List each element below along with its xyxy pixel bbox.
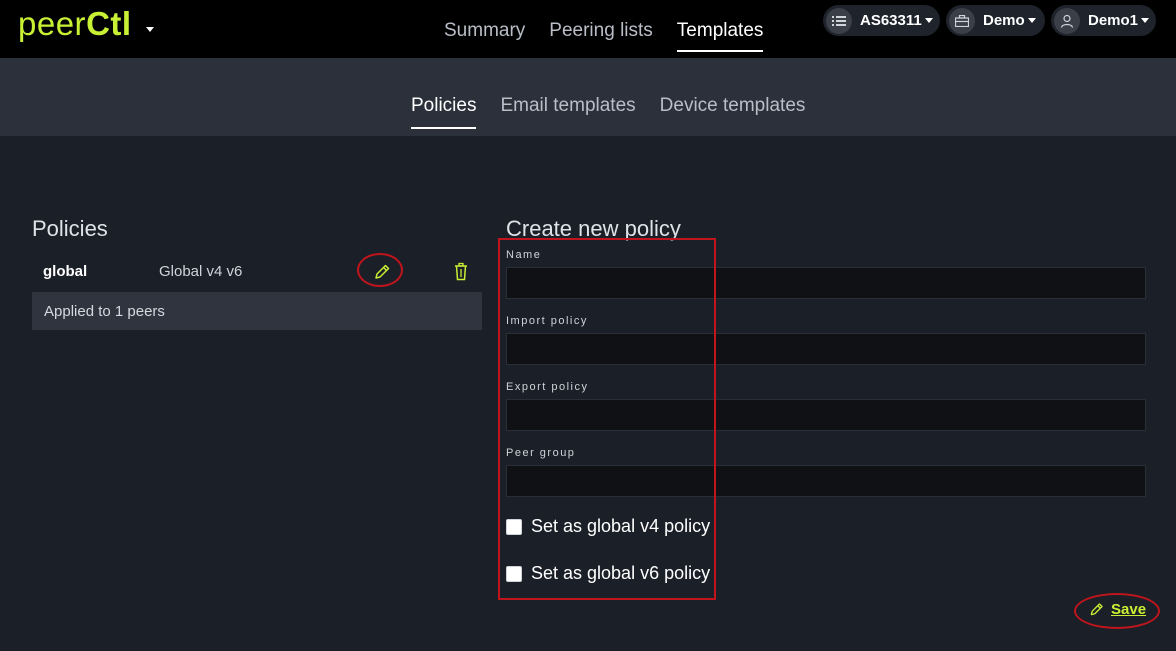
user-dropdown[interactable]: Demo1 <box>1051 5 1156 36</box>
policy-description: Global v4 v6 <box>159 263 243 280</box>
save-label: Save <box>1111 601 1147 618</box>
logo[interactable]: peer Ctl <box>18 4 132 44</box>
asn-label: AS63311 <box>860 12 922 29</box>
save-button[interactable]: Save <box>1088 601 1146 618</box>
policy-name: global <box>43 263 88 280</box>
sub-nav: Policies Email templates Device template… <box>0 58 1176 136</box>
global-v4-checkbox-row: Set as global v4 policy <box>506 516 710 537</box>
org-dropdown[interactable]: Demo <box>946 5 1045 36</box>
chevron-down-icon <box>1027 18 1036 23</box>
applied-peers-info: Applied to 1 peers <box>32 292 482 330</box>
pencil-icon <box>1090 603 1103 616</box>
sub-tabs: Policies Email templates Device template… <box>411 95 805 129</box>
tab-templates[interactable]: Templates <box>676 20 764 52</box>
policy-row[interactable]: global Global v4 v6 <box>32 256 482 290</box>
global-v6-label[interactable]: Set as global v6 policy <box>531 563 710 584</box>
main-nav: Summary Peering lists Templates <box>444 20 764 52</box>
chevron-down-icon <box>924 18 933 23</box>
tab-peering-lists[interactable]: Peering lists <box>549 20 653 52</box>
top-navbar: peer Ctl Summary Peering lists Templates … <box>0 0 1176 58</box>
global-v4-checkbox[interactable] <box>506 518 522 535</box>
user-icon <box>1054 7 1080 34</box>
name-label: Name <box>506 249 542 261</box>
export-policy-input[interactable] <box>506 399 1146 431</box>
name-input[interactable] <box>506 267 1146 299</box>
export-policy-label: Export policy <box>506 381 589 393</box>
tab-device-templates[interactable]: Device templates <box>660 95 806 129</box>
tab-policies[interactable]: Policies <box>411 95 477 129</box>
global-v6-checkbox-row: Set as global v6 policy <box>506 563 710 584</box>
org-label: Demo <box>983 12 1025 29</box>
logo-text: peer <box>18 5 87 42</box>
tab-summary[interactable]: Summary <box>444 20 525 52</box>
trash-icon[interactable] <box>452 262 470 282</box>
asn-dropdown[interactable]: AS63311 <box>823 5 940 36</box>
chevron-down-icon <box>1141 18 1150 23</box>
global-v4-label[interactable]: Set as global v4 policy <box>531 516 710 537</box>
import-policy-input[interactable] <box>506 333 1146 365</box>
policies-title: Policies <box>32 216 108 241</box>
user-label: Demo1 <box>1088 12 1139 29</box>
global-v6-checkbox[interactable] <box>506 565 522 582</box>
create-policy-title: Create new policy <box>506 216 681 241</box>
tab-email-templates[interactable]: Email templates <box>500 95 635 129</box>
briefcase-icon <box>949 7 975 34</box>
logo-text-ctl: Ctl <box>86 5 132 42</box>
logo-caret-icon[interactable] <box>146 27 154 32</box>
pencil-icon[interactable] <box>372 262 392 282</box>
import-policy-label: Import policy <box>506 315 588 327</box>
peer-group-label: Peer group <box>506 447 576 459</box>
peer-group-input[interactable] <box>506 465 1146 497</box>
list-icon <box>826 7 852 34</box>
applied-text: Applied to 1 peers <box>44 303 165 320</box>
